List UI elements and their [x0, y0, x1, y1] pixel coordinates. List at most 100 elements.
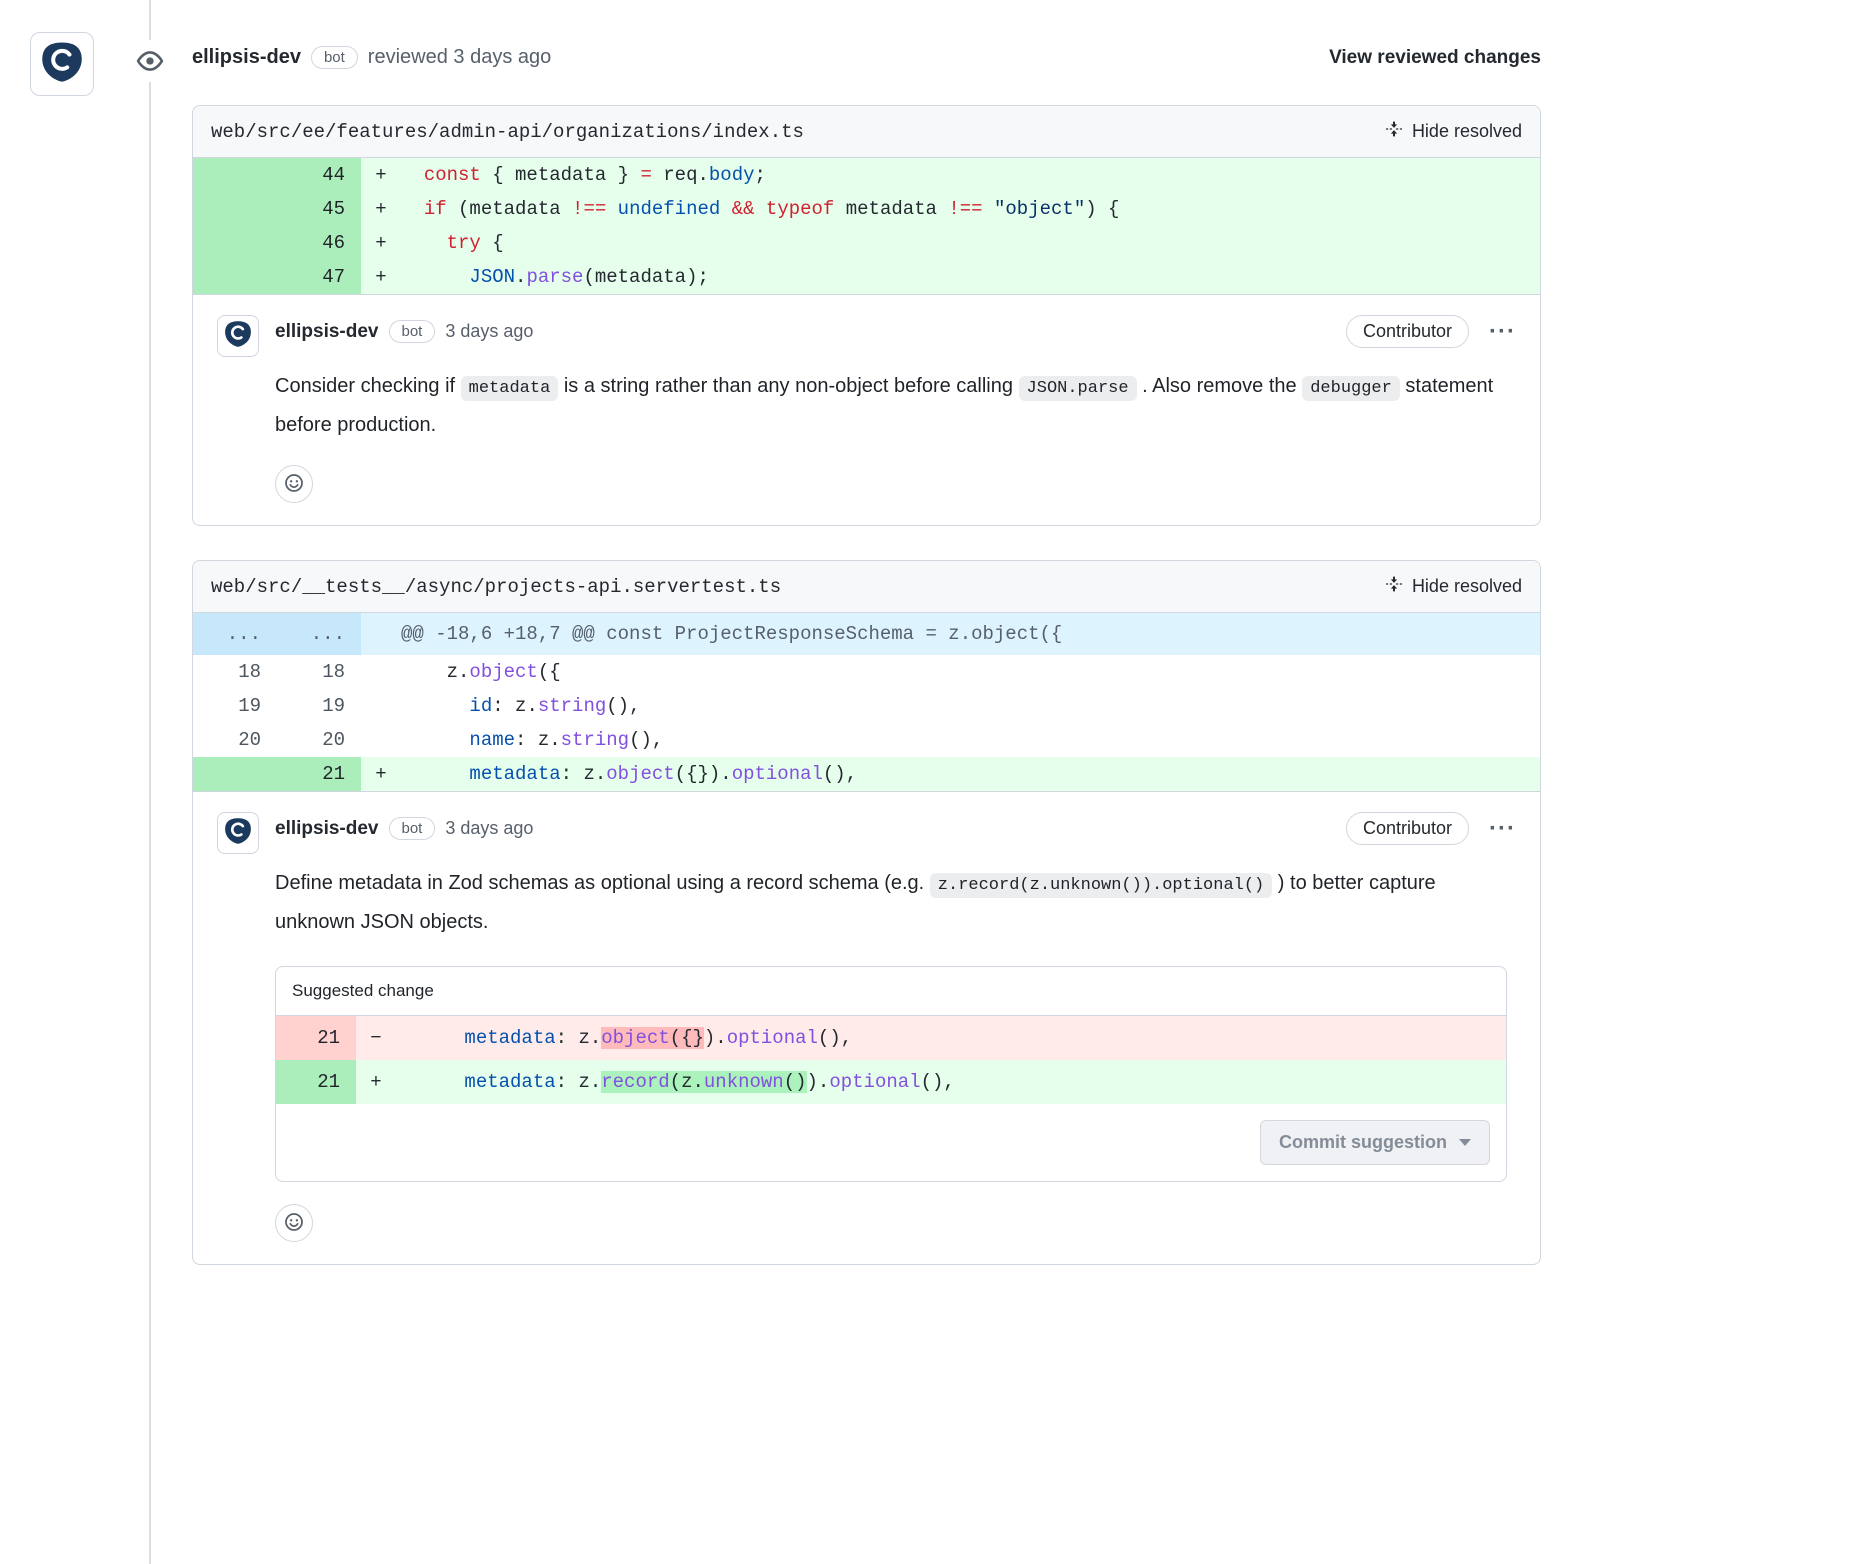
- old-line-number[interactable]: 19: [193, 689, 277, 723]
- line-number[interactable]: 18: [277, 655, 361, 689]
- code-line: if (metadata !== undefined && typeof met…: [401, 192, 1540, 226]
- ellipsis-logo-icon: [223, 319, 253, 354]
- old-line-number[interactable]: 20: [193, 723, 277, 757]
- diff-row-ctx: 1818 z.object({: [193, 655, 1540, 689]
- diff-sign: +: [356, 1060, 396, 1104]
- inline-code: z.record(z.unknown()).optional(): [930, 873, 1272, 898]
- code-line: @@ -18,6 +18,7 @@ const ProjectResponseS…: [401, 613, 1540, 655]
- line-number[interactable]: 19: [277, 689, 361, 723]
- diff-row-add: 21+ metadata: z.object({}).optional(),: [193, 757, 1540, 791]
- smiley-icon: [284, 473, 304, 496]
- suggestion-diff: 21− metadata: z.object({}).optional(),21…: [276, 1016, 1506, 1104]
- code-line: z.object({: [401, 655, 1540, 689]
- old-line-number[interactable]: [193, 757, 277, 791]
- review-comment: ellipsis-dev bot 3 days ago Contributor …: [193, 791, 1540, 1264]
- old-line-number[interactable]: [193, 226, 277, 260]
- add-reaction-button[interactable]: [275, 465, 313, 503]
- diff-sign: [361, 689, 401, 723]
- diff-row-add: 45+ if (metadata !== undefined && typeof…: [193, 192, 1540, 226]
- kebab-menu-icon[interactable]: ···: [1489, 320, 1516, 344]
- diff-row-ctx: 2020 name: z.string(),: [193, 723, 1540, 757]
- review-meta: reviewed 3 days ago: [368, 46, 551, 69]
- comment-avatar[interactable]: [217, 812, 259, 854]
- code-line: JSON.parse(metadata);: [401, 260, 1540, 294]
- diff-row-add: 44+ const { metadata } = req.body;: [193, 158, 1540, 192]
- file-path[interactable]: web/src/__tests__/async/projects-api.ser…: [211, 576, 781, 598]
- kebab-menu-icon[interactable]: ···: [1489, 817, 1516, 841]
- diff-row-hunk: ...... @@ -18,6 +18,7 @@ const ProjectRes…: [193, 613, 1540, 655]
- ellipsis-logo-icon: [39, 39, 85, 90]
- hide-resolved-label: Hide resolved: [1412, 121, 1522, 142]
- file-path[interactable]: web/src/ee/features/admin-api/organizati…: [211, 121, 804, 143]
- line-number[interactable]: 21: [277, 757, 361, 791]
- line-number[interactable]: ...: [277, 613, 361, 655]
- line-number[interactable]: 21: [276, 1060, 356, 1104]
- review-thread-card: web/src/ee/features/admin-api/organizati…: [192, 105, 1541, 526]
- diff-sign: +: [361, 192, 401, 226]
- diff-sign: [361, 723, 401, 757]
- ellipsis-logo-icon: [223, 816, 253, 851]
- old-line-number[interactable]: [193, 158, 277, 192]
- review-comment: ellipsis-dev bot 3 days ago Contributor …: [193, 294, 1540, 525]
- add-reaction-button[interactable]: [275, 1204, 313, 1242]
- diff-sign: [361, 613, 401, 655]
- old-line-number[interactable]: 18: [193, 655, 277, 689]
- suggestion-title: Suggested change: [276, 967, 1506, 1016]
- line-number[interactable]: 44: [277, 158, 361, 192]
- comment-body: Define metadata in Zod schemas as option…: [275, 865, 1516, 940]
- comment-timestamp[interactable]: 3 days ago: [445, 321, 533, 342]
- diff-sign: +: [361, 226, 401, 260]
- code-line: metadata: z.record(z.unknown()).optional…: [396, 1060, 1506, 1104]
- commit-suggestion-button[interactable]: Commit suggestion: [1260, 1120, 1490, 1165]
- fold-icon: [1385, 575, 1403, 598]
- commit-suggestion-label: Commit suggestion: [1279, 1132, 1447, 1153]
- review-header: ellipsis-dev bot reviewed 3 days ago Vie…: [192, 46, 1541, 69]
- diff-row-del: 21− metadata: z.object({}).optional(),: [276, 1016, 1506, 1060]
- diff-sign: +: [361, 260, 401, 294]
- inline-code: JSON.parse: [1019, 376, 1137, 401]
- old-line-number[interactable]: [193, 260, 277, 294]
- comment-author[interactable]: ellipsis-dev: [275, 321, 379, 343]
- diff-sign: [361, 655, 401, 689]
- code-line: metadata: z.object({}).optional(),: [401, 757, 1540, 791]
- hide-resolved-button[interactable]: Hide resolved: [1385, 120, 1522, 143]
- inline-code: debugger: [1302, 376, 1400, 401]
- smiley-icon: [284, 1212, 304, 1235]
- diff-sign: −: [356, 1016, 396, 1060]
- comment-author[interactable]: ellipsis-dev: [275, 818, 379, 840]
- bot-badge: bot: [389, 320, 436, 343]
- fold-icon: [1385, 120, 1403, 143]
- code-line: id: z.string(),: [401, 689, 1540, 723]
- comment-header: ellipsis-dev bot 3 days ago Contributor …: [275, 315, 1516, 348]
- line-number[interactable]: 45: [277, 192, 361, 226]
- comment-avatar[interactable]: [217, 315, 259, 357]
- bot-badge: bot: [311, 46, 358, 69]
- old-line-number[interactable]: [193, 192, 277, 226]
- reviewer-name[interactable]: ellipsis-dev: [192, 46, 301, 69]
- hide-resolved-button[interactable]: Hide resolved: [1385, 575, 1522, 598]
- review-eye-icon: [126, 40, 174, 82]
- line-number[interactable]: 21: [276, 1016, 356, 1060]
- comment-body: Consider checking if metadata is a strin…: [275, 368, 1516, 443]
- comment-timestamp[interactable]: 3 days ago: [445, 818, 533, 839]
- diff-sign: +: [361, 158, 401, 192]
- diff-table: 44+ const { metadata } = req.body;45+ if…: [193, 158, 1540, 294]
- line-number[interactable]: 20: [277, 723, 361, 757]
- code-line: const { metadata } = req.body;: [401, 158, 1540, 192]
- diff-row-add: 46+ try {: [193, 226, 1540, 260]
- view-reviewed-changes-link[interactable]: View reviewed changes: [1329, 47, 1541, 69]
- contributor-badge: Contributor: [1346, 812, 1469, 845]
- reviewer-avatar[interactable]: [30, 32, 94, 96]
- old-line-number[interactable]: ...: [193, 613, 277, 655]
- comment-header: ellipsis-dev bot 3 days ago Contributor …: [275, 812, 1516, 845]
- file-header: web/src/__tests__/async/projects-api.ser…: [193, 561, 1540, 613]
- line-number[interactable]: 47: [277, 260, 361, 294]
- diff-table: ...... @@ -18,6 +18,7 @@ const ProjectRes…: [193, 613, 1540, 791]
- review-thread-card: web/src/__tests__/async/projects-api.ser…: [192, 560, 1541, 1265]
- suggested-change-block: Suggested change 21− metadata: z.object(…: [275, 966, 1507, 1182]
- file-header: web/src/ee/features/admin-api/organizati…: [193, 106, 1540, 158]
- code-line: name: z.string(),: [401, 723, 1540, 757]
- bot-badge: bot: [389, 817, 436, 840]
- diff-sign: +: [361, 757, 401, 791]
- line-number[interactable]: 46: [277, 226, 361, 260]
